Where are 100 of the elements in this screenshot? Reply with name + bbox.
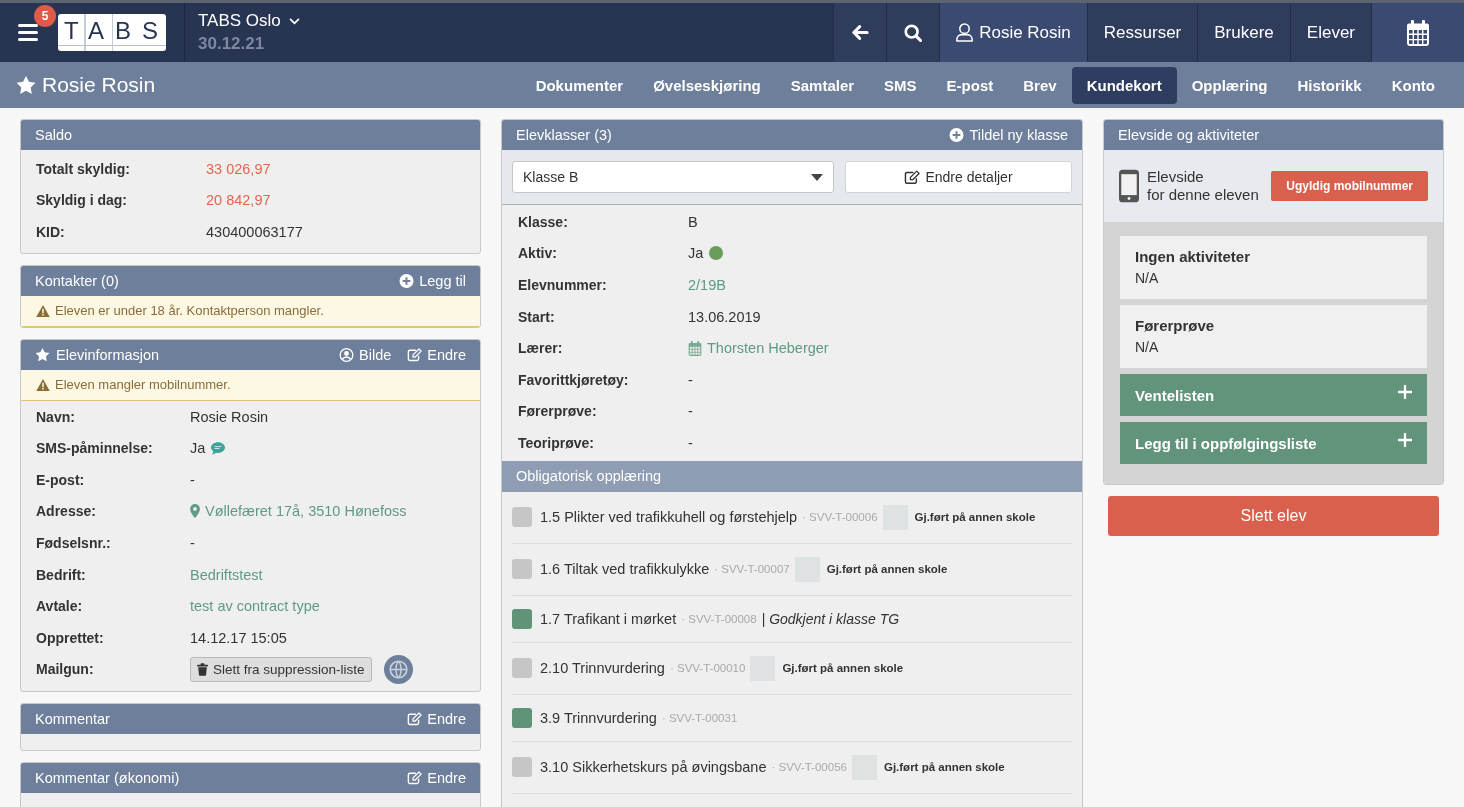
- reference-code: · SVV-T-00007: [714, 563, 790, 576]
- reference-code: · SVV-T-00010: [669, 662, 746, 675]
- calendar-button[interactable]: [1371, 3, 1464, 62]
- notification-badge: 5: [34, 5, 56, 27]
- tab[interactable]: SMS: [869, 66, 932, 104]
- field-label: Start:: [518, 308, 556, 325]
- field-value: Rosie Rosin: [190, 408, 270, 425]
- card-value: N/A: [1135, 269, 1160, 288]
- menu-button[interactable]: [18, 24, 38, 41]
- map-marker-icon: [190, 504, 200, 519]
- field-value: 430400063177: [206, 224, 304, 240]
- tab[interactable]: Opplæring: [1176, 66, 1283, 104]
- tab[interactable]: Konto: [1376, 66, 1450, 104]
- warning-icon: [36, 378, 50, 391]
- plus-icon: [1398, 433, 1412, 447]
- panel-title: Kontakter (0): [35, 272, 120, 289]
- panel-title: Kommentar (økonomi): [35, 770, 181, 787]
- tab[interactable]: Dokumenter: [520, 66, 639, 104]
- calendar-icon: [688, 340, 702, 356]
- warning-icon: [36, 304, 50, 317]
- field-value: -: [688, 434, 694, 451]
- panel-title: Saldo: [35, 127, 74, 143]
- warning-text: Eleven er under 18 år. Kontaktperson mangler.: [55, 303, 324, 319]
- back-button[interactable]: [833, 3, 887, 62]
- field-value: -: [190, 471, 196, 488]
- training-title: 1.7 Trafikant i mørket: [540, 610, 677, 627]
- field-label: Elevnummer:: [518, 277, 608, 293]
- checkbox-label: Gj.ført på annen skole: [914, 511, 1036, 524]
- tab[interactable]: Brev: [1008, 66, 1072, 104]
- checkbox[interactable]: [512, 507, 532, 528]
- photo-link[interactable]: Bilde: [339, 346, 392, 363]
- field-label: Aktiv:: [518, 245, 558, 262]
- card-title: Førerprøve: [1135, 316, 1216, 336]
- edit-icon: [407, 771, 423, 786]
- panel-title: Elevinformasjon: [56, 346, 161, 363]
- address-link[interactable]: Vøllefæret 17å, 3510 Hønefoss: [190, 503, 407, 520]
- checkbox-label: Gj.ført på annen skole: [826, 563, 948, 576]
- field-link[interactable]: test av contract type: [190, 598, 320, 615]
- field-label: Bedrift:: [36, 566, 87, 583]
- checkbox-label: Gj.ført på annen skole: [782, 662, 904, 675]
- edit-link[interactable]: Endre: [407, 770, 466, 787]
- nav-link[interactable]: Brukere: [1197, 3, 1290, 62]
- delete-suppression-button[interactable]: Slett fra suppression-liste: [190, 656, 372, 682]
- training-title: 1.5 Plikter ved trafikkuhell og førstehjelp: [540, 509, 798, 526]
- tab[interactable]: Historikk: [1282, 66, 1377, 104]
- panel-title: Obligatorisk opplæring: [516, 468, 663, 485]
- add-link[interactable]: Legg til: [399, 272, 466, 289]
- field-link[interactable]: 2/19B: [688, 277, 726, 293]
- field-label: Totalt skyldig:: [36, 160, 131, 177]
- class-select[interactable]: Klasse B: [512, 161, 834, 193]
- checkbox[interactable]: [512, 658, 532, 679]
- add-link[interactable]: Tildel ny klasse: [949, 127, 1068, 143]
- amount-value: 33 026,97: [206, 160, 272, 177]
- add-list-button[interactable]: Legg til i oppfølgingsliste: [1120, 422, 1427, 464]
- tab[interactable]: E-post: [931, 66, 1009, 104]
- tab[interactable]: Samtaler: [775, 66, 870, 104]
- user-button[interactable]: Rosie Rosin: [939, 3, 1087, 62]
- user-icon: [956, 23, 974, 42]
- mobile-phone-icon: [1119, 169, 1139, 203]
- field-label: Fødselsnr.:: [36, 534, 112, 551]
- nav-link[interactable]: Elever: [1289, 3, 1371, 62]
- field-value: -: [190, 534, 196, 551]
- field-link[interactable]: Bedriftstest: [190, 566, 263, 583]
- panel-title: Elevklasser (3): [516, 127, 613, 143]
- field-value: -: [688, 371, 694, 388]
- edit-link[interactable]: Endre: [407, 346, 466, 363]
- field-label: Navn:: [36, 408, 76, 425]
- edit-icon: [904, 169, 921, 185]
- field-label: E-post:: [36, 471, 86, 488]
- reference-code: · SVV-T-00031: [661, 711, 738, 724]
- training-title: 1.6 Tiltak ved trafikkulykke: [540, 561, 710, 578]
- date-label: 30.12.21: [198, 34, 265, 54]
- search-button[interactable]: [886, 3, 940, 62]
- school-dropdown[interactable]: TABS Oslo: [198, 11, 300, 31]
- checkbox[interactable]: [512, 608, 532, 629]
- field-label: KID:: [36, 224, 66, 240]
- checkbox[interactable]: [512, 559, 532, 580]
- teacher-link[interactable]: Thorsten Heberger: [688, 340, 829, 357]
- tab[interactable]: Kundekort: [1071, 66, 1177, 104]
- field-label: Adresse:: [36, 503, 97, 520]
- add-list-button[interactable]: Ventelisten: [1120, 374, 1427, 416]
- field-label: Favorittkjøretøy:: [518, 371, 630, 388]
- edit-link[interactable]: Endre: [407, 711, 466, 728]
- checkbox-label: Gj.ført på annen skole: [883, 761, 1005, 774]
- field-label: Klasse:: [518, 213, 569, 230]
- card-value: N/A: [1135, 338, 1160, 357]
- globe-icon[interactable]: [383, 654, 413, 684]
- delete-student-button[interactable]: Slett elev: [1108, 496, 1439, 536]
- tab[interactable]: Øvelseskjøring: [638, 66, 776, 104]
- nav-link[interactable]: Ressurser: [1086, 3, 1198, 62]
- panel-title: Kommentar: [35, 711, 111, 728]
- trash-icon: [197, 662, 208, 676]
- edit-details-button[interactable]: Endre detaljer: [845, 161, 1072, 193]
- search-icon: [904, 23, 923, 42]
- reference-code: · SVV-T-00056: [771, 761, 847, 774]
- checkbox[interactable]: [512, 707, 532, 728]
- invalid-mobile-button[interactable]: Ugyldig mobilnummer: [1271, 171, 1428, 201]
- checkbox[interactable]: [512, 757, 532, 778]
- field-label: Teoriprøve:: [518, 434, 595, 451]
- card-title: Ingen aktiviteter: [1135, 247, 1252, 267]
